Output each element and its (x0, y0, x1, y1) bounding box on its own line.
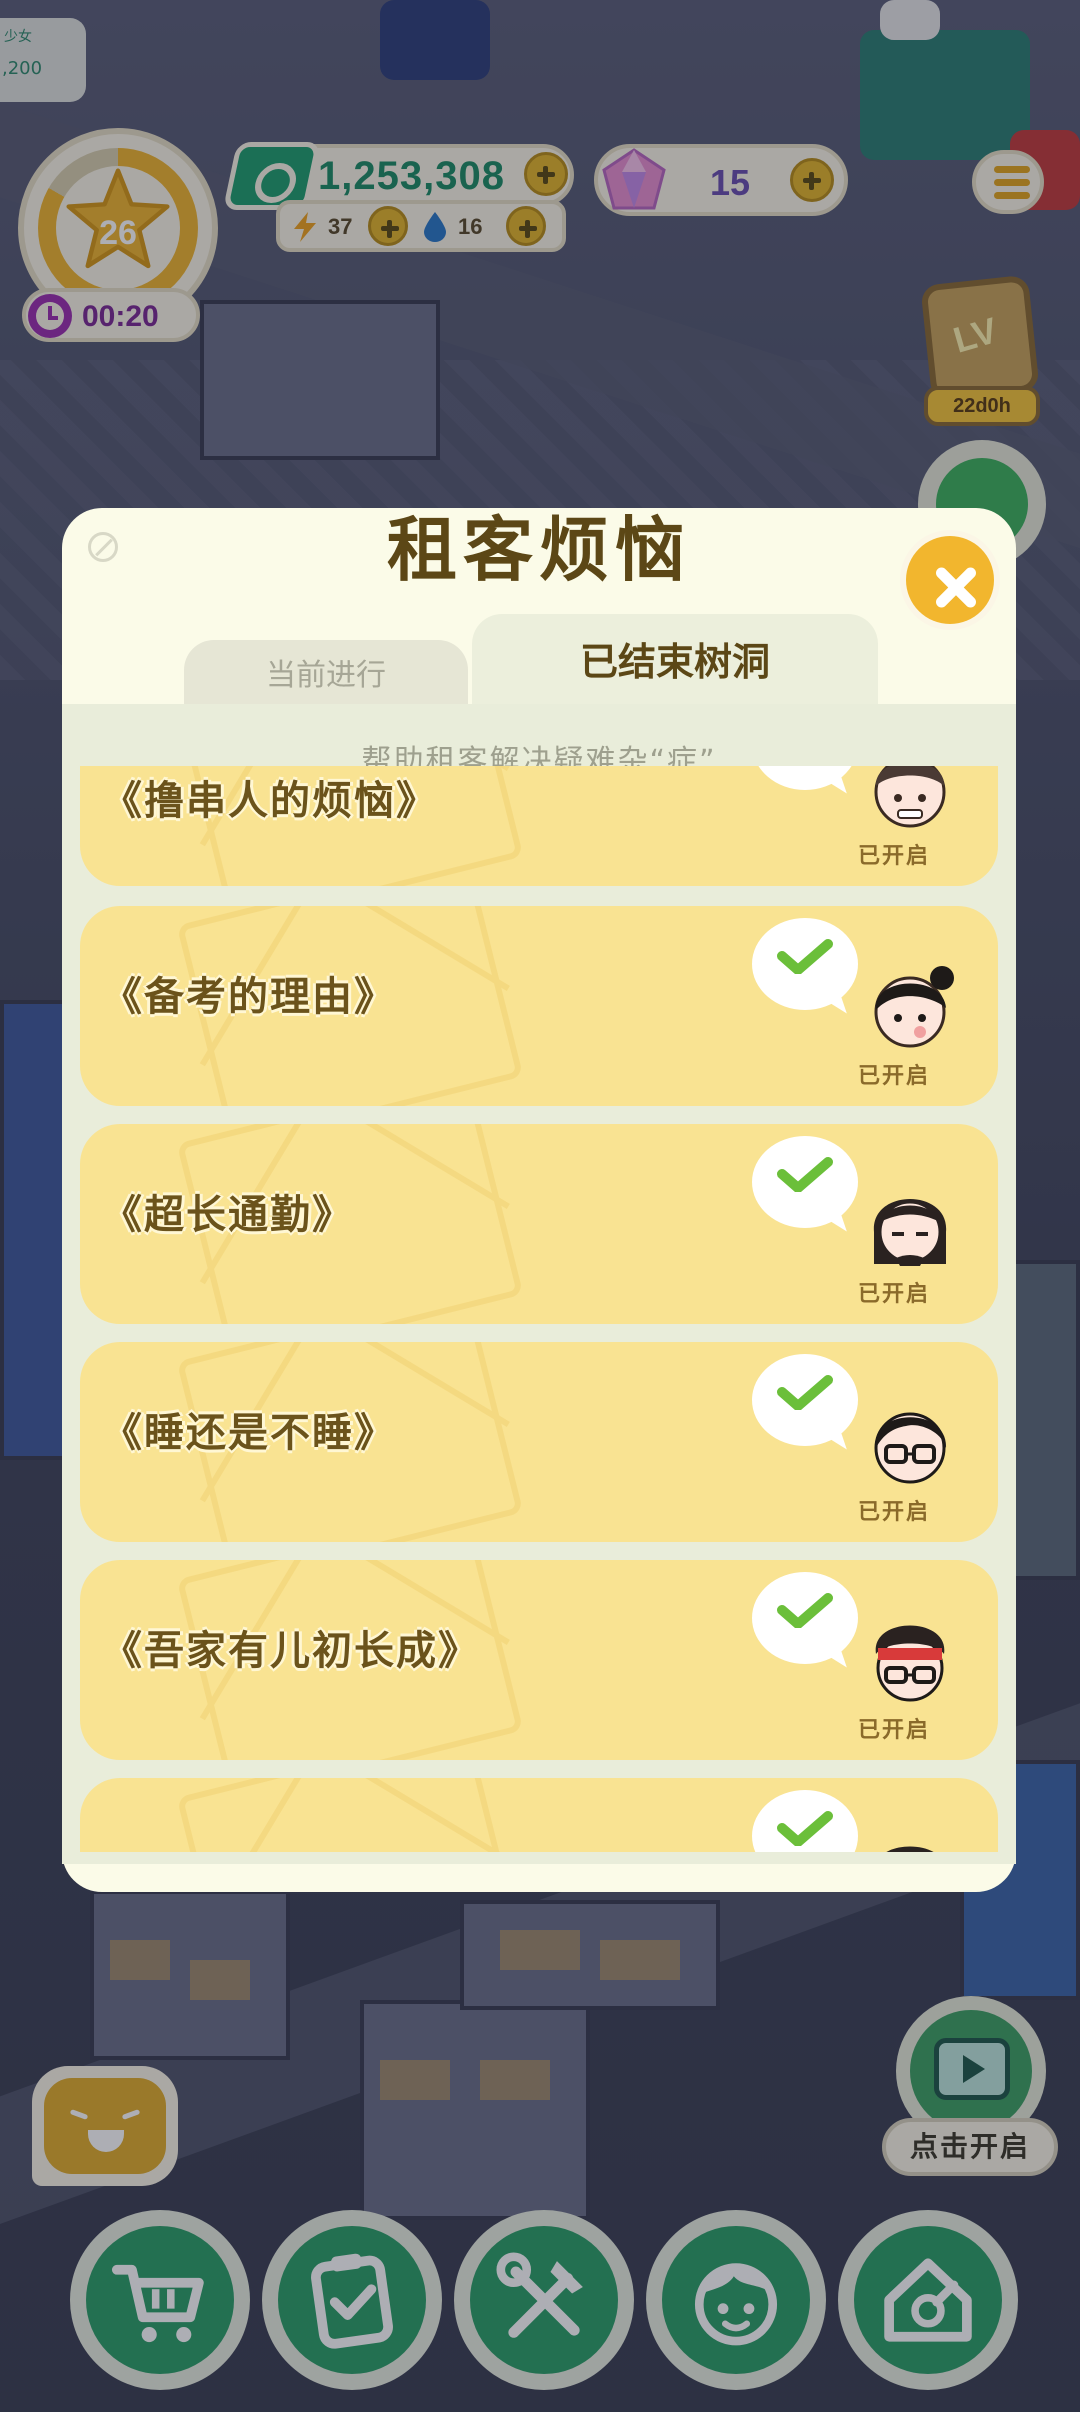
check-icon (777, 1811, 833, 1846)
story-list[interactable]: 《撸串人的烦恼》 已开启 《备考的理由》 已开启 《超长通勤》 已开启 《睡还是… (80, 766, 998, 1852)
list-item[interactable] (80, 1778, 998, 1852)
list-item[interactable]: 《吾家有儿初长成》 已开启 (80, 1560, 998, 1760)
speech-bubble (752, 918, 858, 1010)
tenant-troubles-dialog: 租客烦恼 当前进行 已结束树洞 帮助租客解决疑难杂“症” 《撸串人的烦恼》 已开… (62, 508, 1016, 1892)
tenant-avatar (874, 766, 946, 828)
tenant-avatar (874, 1412, 947, 1484)
list-item[interactable]: 《睡还是不睡》 已开启 (80, 1342, 998, 1542)
check-icon (777, 1593, 833, 1628)
check-icon (777, 1157, 833, 1192)
story-title: 《备考的理由》 (102, 974, 396, 1020)
speech-bubble (752, 766, 858, 790)
status-badge: 已开启 (858, 1718, 931, 1743)
status-badge: 已开启 (858, 844, 931, 869)
story-title: 《撸串人的烦恼》 (102, 778, 438, 824)
speech-bubble (752, 1354, 858, 1446)
dialog-title: 租客烦恼 (387, 509, 691, 591)
list-item[interactable]: 《备考的理由》 已开启 (80, 906, 998, 1106)
story-title: 《睡还是不睡》 (102, 1410, 396, 1456)
story-title: 《吾家有儿初长成》 (102, 1628, 480, 1674)
tab-panel: 帮助租客解决疑难杂“症” 《撸串人的烦恼》 已开启 《备考的理由》 已开启 《超… (62, 704, 1016, 1864)
speech-bubble (752, 1572, 858, 1664)
tenant-avatar (886, 1846, 934, 1852)
list-item[interactable]: 《超长通勤》 已开启 (80, 1124, 998, 1324)
status-badge: 已开启 (858, 1500, 931, 1525)
check-icon (777, 939, 833, 974)
status-badge: 已开启 (858, 1282, 931, 1307)
tenant-avatar (873, 1199, 947, 1266)
speech-bubble (752, 1790, 858, 1852)
list-item[interactable]: 《撸串人的烦恼》 已开启 (80, 766, 998, 886)
story-title: 《超长通勤》 (102, 1192, 354, 1238)
tab-finished[interactable]: 已结束树洞 (472, 614, 878, 712)
tenant-avatar (875, 1625, 945, 1702)
status-badge: 已开启 (858, 1064, 931, 1089)
tenant-avatar (874, 966, 954, 1048)
check-icon (777, 1375, 833, 1410)
tab-bar: 当前进行 已结束树洞 (62, 608, 1016, 712)
speech-bubble (752, 1136, 858, 1228)
tab-current[interactable]: 当前进行 (184, 640, 468, 712)
